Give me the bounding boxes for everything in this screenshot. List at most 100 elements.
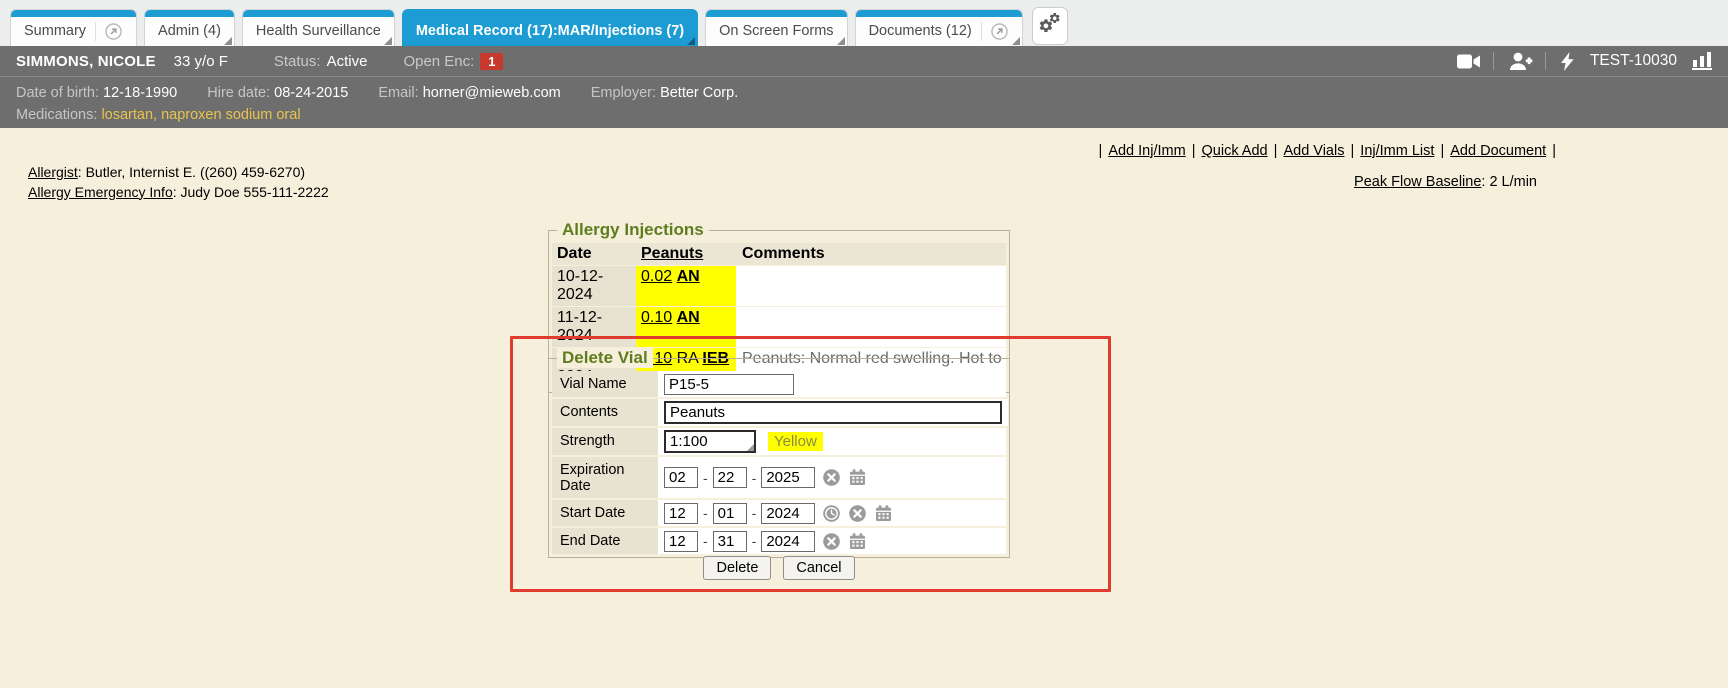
allergy-emergency-value: : Judy Doe 555-111-2222 [173,184,329,200]
allergy-injections-title: Allergy Injections [557,220,709,240]
strength-label: Strength [552,428,658,455]
open-new-window-icon[interactable] [981,22,1009,41]
date-separator: - [752,533,757,549]
open-enc-label: Open Enc: [403,53,474,70]
contents-row: Contents [552,399,1006,426]
link-separator: | [1192,143,1196,159]
start-month-input[interactable] [664,503,698,524]
clear-date-icon[interactable] [822,532,841,551]
add-person-icon[interactable] [1509,52,1533,71]
reaction-code-link[interactable]: AN [677,268,700,285]
calendar-icon[interactable] [848,532,867,551]
medications-line: Medications: losartan, naproxen sodium o… [16,104,1712,126]
dob-label: Date of birth: [16,85,99,101]
tab-admin-label: Admin (4) [158,23,221,39]
email-value: horner@mieweb.com [423,85,561,101]
tab-bar: Summary Admin (4) Health Surveillance Me… [0,0,1728,46]
medication-link[interactable]: losartan [101,107,153,123]
start-day-input[interactable] [713,503,747,524]
inj-imm-list-link[interactable]: Inj/Imm List [1360,143,1434,159]
allergist-line: Allergist: Butler, Internist E. ((260) 4… [28,163,329,183]
cancel-button[interactable]: Cancel [783,556,854,580]
allergy-emergency-info-link[interactable]: Allergy Emergency Info [28,184,173,200]
tab-health-surveillance[interactable]: Health Surveillance [242,9,395,46]
dose-link[interactable]: 0.02 [641,268,672,285]
hire-date-label: Hire date: [207,85,270,101]
dob-value: 12-18-1990 [103,85,177,101]
tab-documents[interactable]: Documents (12) [855,9,1023,46]
expiration-year-input[interactable] [761,467,815,488]
add-inj-imm-link[interactable]: Add Inj/Imm [1108,143,1185,159]
strength-input[interactable] [664,430,756,453]
status-value: Active [327,53,368,70]
settings-button[interactable] [1032,7,1068,45]
divider [1545,52,1546,70]
contents-label: Contents [552,399,658,426]
quick-add-link[interactable]: Quick Add [1202,143,1268,159]
tab-on-screen-forms-label: On Screen Forms [719,23,833,39]
link-separator: | [1440,143,1444,159]
link-separator: | [1552,143,1556,159]
peak-flow-baseline-link[interactable]: Peak Flow Baseline [1354,174,1481,190]
delete-vial-title: Delete Vial [557,348,653,368]
allergy-table-header: Date Peanuts Comments [552,243,1006,265]
allergist-link[interactable]: Allergist [28,164,78,180]
delete-button[interactable]: Delete [703,556,771,580]
date-separator: - [703,505,708,521]
date-separator: - [703,470,708,486]
patient-name: SIMMONS, NICOLE [16,53,156,70]
injection-comments [736,266,1006,306]
tab-on-screen-forms[interactable]: On Screen Forms [705,9,847,46]
end-day-input[interactable] [713,531,747,552]
table-row: 10-12-2024 0.02 AN [552,266,1006,306]
open-new-window-icon[interactable] [95,22,123,41]
calendar-icon[interactable] [874,504,893,523]
allergy-emergency-line: Allergy Emergency Info: Judy Doe 555-111… [28,183,329,203]
calendar-icon[interactable] [848,468,867,487]
strength-row: Strength Yellow [552,428,1006,455]
medications-label: Medications: [16,107,97,123]
column-header-peanuts-link[interactable]: Peanuts [641,245,703,262]
end-date-row: End Date - - [552,528,1006,554]
peak-flow-baseline: Peak Flow Baseline: 2 L/min [1354,174,1537,190]
employer-label: Employer: [591,85,656,101]
clock-icon[interactable] [822,504,841,523]
medication-link[interactable]: naproxen sodium oral [161,107,300,123]
open-enc-count-badge[interactable]: 1 [480,53,503,70]
patient-id: TEST-10030 [1590,52,1677,70]
expiration-month-input[interactable] [664,467,698,488]
hire-date-value: 08-24-2015 [274,85,348,101]
link-separator: | [1274,143,1278,159]
video-camera-icon[interactable] [1457,53,1481,70]
flowsheet-chart-icon[interactable] [1692,52,1712,70]
vial-name-input[interactable] [664,374,794,395]
add-vials-link[interactable]: Add Vials [1283,143,1344,159]
end-month-input[interactable] [664,531,698,552]
form-buttons: Delete Cancel [548,556,1010,580]
reaction-code-link[interactable]: AN [677,309,700,326]
clear-date-icon[interactable] [822,468,841,487]
column-header-date: Date [552,243,636,265]
expiration-day-input[interactable] [713,467,747,488]
contents-input[interactable] [664,401,1002,424]
dose-link[interactable]: 0.10 [641,309,672,326]
allergist-value: : Butler, Internist E. ((260) 459-6270) [78,164,305,180]
demographics-bar: Date of birth: 12-18-1990 Hire date: 08-… [0,76,1728,128]
add-document-link[interactable]: Add Document [1450,143,1546,159]
link-separator: | [1350,143,1354,159]
tab-admin[interactable]: Admin (4) [144,9,235,46]
start-year-input[interactable] [761,503,815,524]
tab-medical-record[interactable]: Medical Record (17):MAR/Injections (7) [402,9,698,46]
allergy-contacts: Allergist: Butler, Internist E. ((260) 4… [28,163,329,202]
lightning-icon[interactable] [1561,52,1574,71]
tab-summary-label: Summary [24,23,86,39]
tab-summary[interactable]: Summary [10,9,137,46]
status-label: Status: [274,53,321,70]
expiration-date-row: Expiration Date - - [552,457,1006,498]
end-year-input[interactable] [761,531,815,552]
expiration-date-label: Expiration Date [552,457,658,498]
clear-date-icon[interactable] [848,504,867,523]
start-date-row: Start Date - - [552,500,1006,526]
injection-date: 10-12-2024 [552,266,636,306]
end-date-label: End Date [552,528,658,554]
